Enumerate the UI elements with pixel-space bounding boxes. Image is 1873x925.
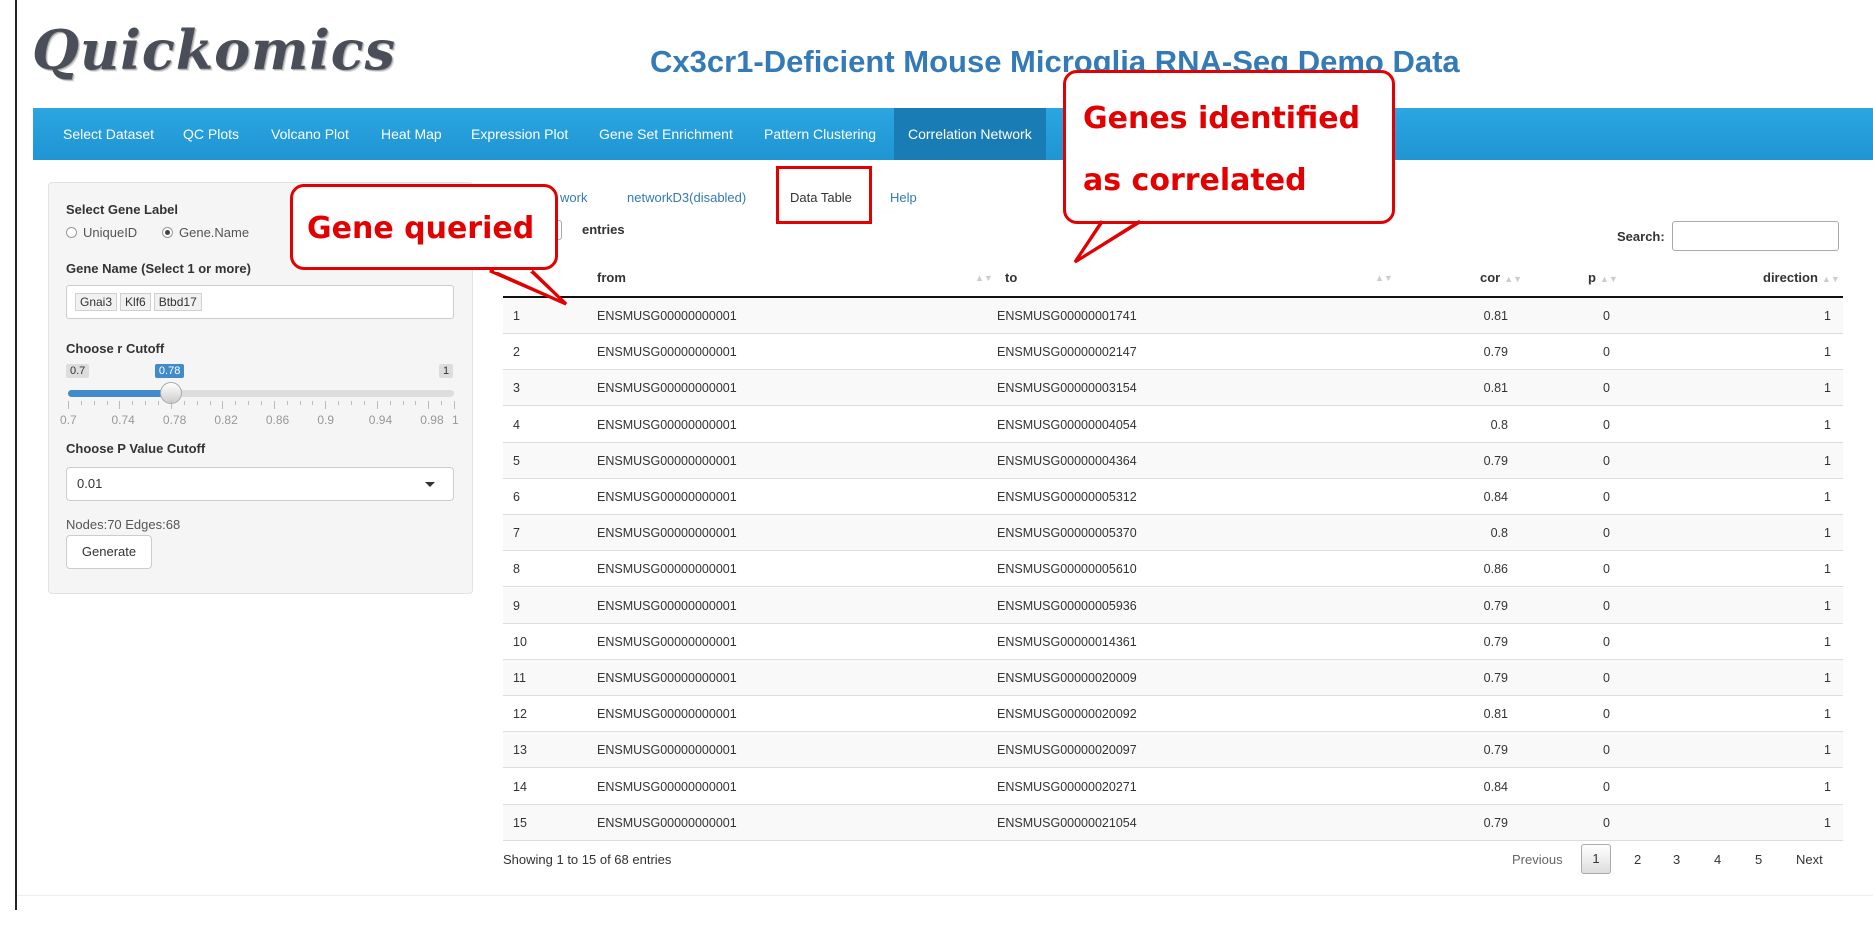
callout-pointer-overlay: [489, 219, 1141, 306]
gene-queried-pointer-outline: [489, 269, 568, 306]
correlated-pointer-outline: [1073, 219, 1141, 264]
